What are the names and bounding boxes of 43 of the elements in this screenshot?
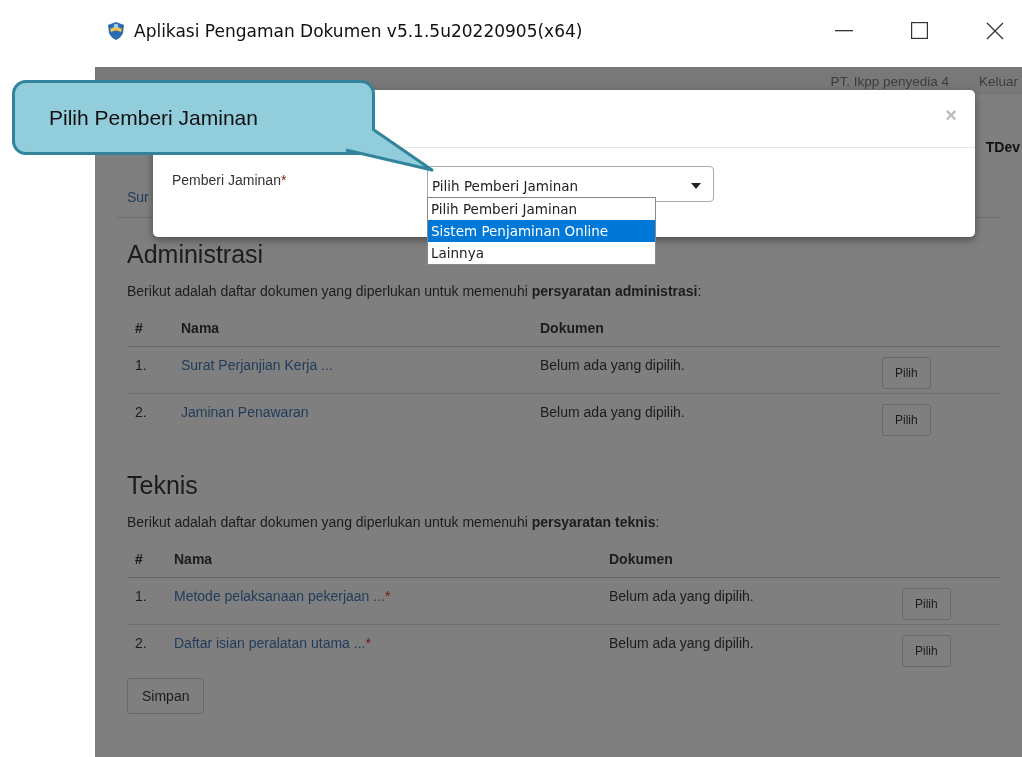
column-header: Dokumen [540,320,605,336]
document-link[interactable]: Metode pelaksanaan pekerjaan ... [174,588,385,604]
required-asterisk: * [365,635,371,651]
row-number: 2. [135,404,148,420]
dropdown-option[interactable]: Sistem Penjaminan Online [428,220,655,242]
field-label: Pemberi Jaminan* [172,172,288,188]
user-label: TDev [985,139,1020,155]
choose-button[interactable]: Pilih [882,357,931,389]
document-status: Belum ada yang dipilih. [540,404,686,420]
document-status: Belum ada yang dipilih. [540,357,686,373]
column-header: # [135,551,144,567]
choose-button[interactable]: Pilih [902,588,951,620]
maximize-icon[interactable] [911,22,928,39]
close-icon[interactable] [986,21,1004,40]
document-link[interactable]: Daftar isian peralatan utama ... [174,635,366,651]
company-name: PT. Ikpp penyedia 4 [830,73,949,89]
window-title: Aplikasi Pengaman Dokumen v5.1.5u20220905(x64) [134,20,583,41]
callout: Pilih Pemberi Jaminan [12,80,375,155]
document-link[interactable]: Jaminan Penawaran [181,404,309,420]
column-header: Nama [174,551,214,567]
column-header: # [135,320,144,336]
choose-button[interactable]: Pilih [902,635,951,667]
section-heading: Administrasi [127,240,264,269]
save-button[interactable]: Simpan [127,678,205,714]
row-number: 1. [135,588,148,604]
document-status: Belum ada yang dipilih. [609,635,755,651]
caret-icon [691,183,701,189]
required-asterisk: * [384,588,391,604]
app-logo-icon [106,20,126,41]
column-header: Nama [181,320,221,336]
section-description: Berikut adalah daftar dokumen yang diperlukan untuk memenuhi persyaratan administrasi: [127,283,703,299]
section-heading: Teknis [127,471,198,500]
document-status: Belum ada yang dipilih. [609,588,755,604]
dropdown-option[interactable]: Lainnya [428,242,655,264]
section-description: Berikut adalah daftar dokumen yang diperlukan untuk memenuhi persyaratan teknis: [127,514,661,530]
column-header: Dokumen [609,551,674,567]
row-number: 1. [135,357,148,373]
document-link[interactable]: Surat Perjanjian Kerja ... [181,357,333,373]
logout-link[interactable]: Keluar [978,73,1018,89]
choose-button[interactable]: Pilih [882,404,931,436]
minimize-icon[interactable] [835,29,853,32]
breadcrumb-link[interactable]: Sur [127,189,149,205]
row-number: 2. [135,635,148,651]
